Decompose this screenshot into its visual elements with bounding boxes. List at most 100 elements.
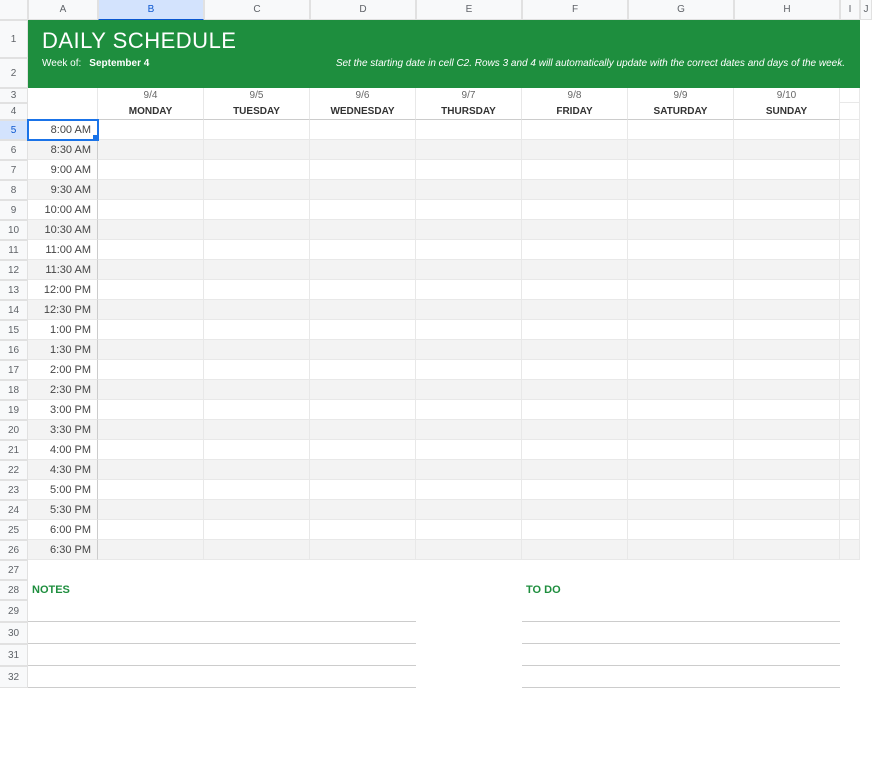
time-1230PM[interactable]: 12:30 PM	[28, 300, 98, 320]
row-header-28[interactable]: 28	[0, 580, 28, 600]
notes-line-4[interactable]	[28, 666, 416, 688]
gap-30[interactable]	[416, 622, 522, 644]
slot-wednesday-11[interactable]	[310, 340, 416, 360]
row-header-17[interactable]: 17	[0, 360, 28, 380]
cell-J16[interactable]	[840, 340, 860, 360]
row-header-24[interactable]: 24	[0, 500, 28, 520]
slot-wednesday-1[interactable]	[310, 140, 416, 160]
slot-monday-13[interactable]	[98, 380, 204, 400]
cell-J26[interactable]	[840, 540, 860, 560]
day-sunday[interactable]: SUNDAY	[734, 103, 840, 120]
row-header-18[interactable]: 18	[0, 380, 28, 400]
slot-wednesday-0[interactable]	[310, 120, 416, 140]
slot-tuesday-3[interactable]	[204, 180, 310, 200]
slot-sunday-2[interactable]	[734, 160, 840, 180]
slot-monday-16[interactable]	[98, 440, 204, 460]
slot-tuesday-13[interactable]	[204, 380, 310, 400]
row-header-31[interactable]: 31	[0, 644, 28, 666]
slot-monday-2[interactable]	[98, 160, 204, 180]
cell-J25[interactable]	[840, 520, 860, 540]
slot-saturday-21[interactable]	[628, 540, 734, 560]
slot-friday-18[interactable]	[522, 480, 628, 500]
slot-friday-2[interactable]	[522, 160, 628, 180]
slot-tuesday-14[interactable]	[204, 400, 310, 420]
notes-line-3[interactable]	[28, 644, 416, 666]
day-wednesday[interactable]: WEDNESDAY	[310, 103, 416, 120]
cell-J7[interactable]	[840, 160, 860, 180]
slot-thursday-15[interactable]	[416, 420, 522, 440]
time-400PM[interactable]: 4:00 PM	[28, 440, 98, 460]
row-header-14[interactable]: 14	[0, 300, 28, 320]
slot-wednesday-19[interactable]	[310, 500, 416, 520]
col-header-H[interactable]: H	[734, 0, 840, 20]
time-530PM[interactable]: 5:30 PM	[28, 500, 98, 520]
slot-friday-5[interactable]	[522, 220, 628, 240]
week-of-value[interactable]: September 4	[89, 58, 149, 69]
slot-wednesday-4[interactable]	[310, 200, 416, 220]
notes-line-2[interactable]	[28, 622, 416, 644]
cell-J13[interactable]	[840, 280, 860, 300]
slot-saturday-15[interactable]	[628, 420, 734, 440]
slot-sunday-0[interactable]	[734, 120, 840, 140]
time-930AM[interactable]: 9:30 AM	[28, 180, 98, 200]
cell-r27-c5[interactable]	[310, 560, 416, 580]
row-header-5[interactable]: 5	[0, 120, 28, 140]
slot-tuesday-5[interactable]	[204, 220, 310, 240]
cell-J15[interactable]	[840, 320, 860, 340]
slot-sunday-15[interactable]	[734, 420, 840, 440]
notes-header[interactable]: NOTES	[28, 580, 416, 600]
date-wednesday[interactable]: 9/6	[310, 88, 416, 103]
row-header-11[interactable]: 11	[0, 240, 28, 260]
time-630PM[interactable]: 6:30 PM	[28, 540, 98, 560]
cell-r27-c4[interactable]	[204, 560, 310, 580]
cell-J17[interactable]	[840, 360, 860, 380]
slot-wednesday-5[interactable]	[310, 220, 416, 240]
slot-sunday-17[interactable]	[734, 460, 840, 480]
slot-saturday-16[interactable]	[628, 440, 734, 460]
slot-friday-17[interactable]	[522, 460, 628, 480]
slot-friday-1[interactable]	[522, 140, 628, 160]
col-header-F[interactable]: F	[522, 0, 628, 20]
row-header-1[interactable]: 1	[0, 20, 28, 58]
slot-friday-20[interactable]	[522, 520, 628, 540]
slot-sunday-18[interactable]	[734, 480, 840, 500]
cell-B3[interactable]	[28, 88, 98, 103]
cell-J31[interactable]	[840, 644, 860, 666]
slot-monday-6[interactable]	[98, 240, 204, 260]
slot-tuesday-2[interactable]	[204, 160, 310, 180]
col-header-B[interactable]: B	[98, 0, 204, 20]
slot-wednesday-13[interactable]	[310, 380, 416, 400]
time-100PM[interactable]: 1:00 PM	[28, 320, 98, 340]
select-all-corner[interactable]	[0, 0, 28, 20]
slot-wednesday-17[interactable]	[310, 460, 416, 480]
slot-tuesday-12[interactable]	[204, 360, 310, 380]
slot-monday-8[interactable]	[98, 280, 204, 300]
slot-monday-10[interactable]	[98, 320, 204, 340]
slot-friday-11[interactable]	[522, 340, 628, 360]
day-thursday[interactable]: THURSDAY	[416, 103, 522, 120]
slot-thursday-3[interactable]	[416, 180, 522, 200]
slot-thursday-0[interactable]	[416, 120, 522, 140]
cell-J23[interactable]	[840, 480, 860, 500]
cell-r27-c2[interactable]	[28, 560, 98, 580]
slot-monday-1[interactable]	[98, 140, 204, 160]
row-header-4[interactable]: 4	[0, 103, 28, 120]
gap-29[interactable]	[416, 600, 522, 622]
slot-saturday-19[interactable]	[628, 500, 734, 520]
cell-J21[interactable]	[840, 440, 860, 460]
slot-wednesday-18[interactable]	[310, 480, 416, 500]
cell-r27-c8[interactable]	[628, 560, 734, 580]
slot-sunday-10[interactable]	[734, 320, 840, 340]
slot-friday-16[interactable]	[522, 440, 628, 460]
spreadsheet-grid[interactable]: ABCDEFGHIJ1DAILY SCHEDULE2Week of:Septem…	[0, 0, 872, 688]
slot-thursday-4[interactable]	[416, 200, 522, 220]
row-header-15[interactable]: 15	[0, 320, 28, 340]
cell-J9[interactable]	[840, 200, 860, 220]
col-header-D[interactable]: D	[310, 0, 416, 20]
row-header-2[interactable]: 2	[0, 58, 28, 88]
todo-header[interactable]: TO DO	[522, 580, 840, 600]
slot-monday-18[interactable]	[98, 480, 204, 500]
slot-wednesday-7[interactable]	[310, 260, 416, 280]
slot-saturday-7[interactable]	[628, 260, 734, 280]
slot-monday-20[interactable]	[98, 520, 204, 540]
